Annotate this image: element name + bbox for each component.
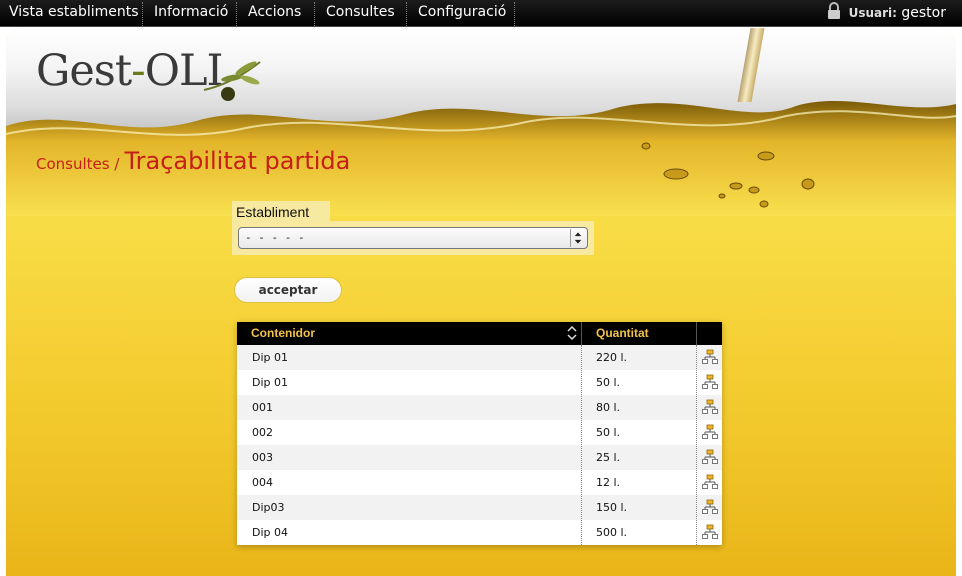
table-header: Contenidor Quantitat (237, 322, 722, 345)
table-row[interactable]: Dip 01 220 l. (237, 345, 722, 370)
sort-icon[interactable] (567, 325, 577, 341)
tree-icon[interactable] (702, 499, 718, 515)
user-info[interactable]: Usuari: gestor (827, 0, 946, 27)
table-row[interactable]: Dip 04 500 l. (237, 520, 722, 545)
tree-icon[interactable] (702, 449, 718, 465)
nav-separator (514, 2, 515, 26)
table-row[interactable]: 003 25 l. (237, 445, 722, 470)
column-divider (581, 322, 582, 345)
cell-quantity: 80 l. (596, 401, 621, 414)
table-row[interactable]: Dip 01 50 l. (237, 370, 722, 395)
nav-separator (236, 2, 237, 26)
tree-icon[interactable] (702, 424, 718, 440)
column-header-container[interactable]: Contenidor (251, 322, 315, 345)
cell-container: Dip 01 (252, 351, 289, 364)
nav-separator (142, 2, 143, 26)
cell-quantity: 50 l. (596, 376, 621, 389)
table-row[interactable]: 004 12 l. (237, 470, 722, 495)
establiment-select[interactable]: - - - - - (238, 227, 588, 249)
table-row[interactable]: Dip03 150 l. (237, 495, 722, 520)
cell-quantity: 50 l. (596, 426, 621, 439)
establiment-select-value: - - - - - (245, 231, 305, 244)
app-logo: Gest-OLI (36, 46, 223, 96)
cell-container: 001 (252, 401, 273, 414)
user-name: gestor (901, 5, 946, 21)
cell-quantity: 220 l. (596, 351, 628, 364)
tree-icon[interactable] (702, 474, 718, 490)
select-arrows-icon[interactable] (570, 229, 585, 247)
cell-container: 002 (252, 426, 273, 439)
cell-container: Dip03 (252, 501, 285, 514)
accept-button[interactable]: acceptar (234, 277, 342, 303)
column-divider (696, 345, 697, 545)
nav-separator (406, 2, 407, 26)
user-label: Usuari: (848, 6, 897, 20)
breadcrumb: Consultes / Traçabilitat partida (36, 147, 350, 175)
logo-text-part1: Gest (36, 46, 132, 96)
tree-icon[interactable] (702, 349, 718, 365)
cell-quantity: 25 l. (596, 451, 621, 464)
nav-separator (314, 2, 315, 26)
table-row[interactable]: 002 50 l. (237, 420, 722, 445)
nav-item-informacio[interactable]: Informació (154, 0, 228, 27)
nav-item-consultes[interactable]: Consultes (326, 0, 395, 27)
column-divider (581, 345, 582, 545)
table-row[interactable]: 001 80 l. (237, 395, 722, 420)
tree-icon[interactable] (702, 399, 718, 415)
logo-dash: - (131, 46, 145, 96)
top-nav-bar: Vista establiments Informació Accions Co… (0, 0, 962, 27)
page-title: Traçabilitat partida (124, 147, 351, 175)
nav-item-accions[interactable]: Accions (248, 0, 301, 27)
column-header-quantity[interactable]: Quantitat (596, 322, 649, 345)
nav-item-vista-establiments[interactable]: Vista establiments (9, 0, 139, 27)
column-divider (696, 322, 697, 345)
cell-quantity: 12 l. (596, 476, 621, 489)
establiment-label: Establiment (236, 204, 310, 220)
cell-quantity: 500 l. (596, 526, 628, 539)
lock-icon (828, 2, 841, 19)
cell-container: 003 (252, 451, 273, 464)
breadcrumb-parent[interactable]: Consultes / (36, 155, 119, 173)
cell-container: Dip 01 (252, 376, 289, 389)
cell-container: Dip 04 (252, 526, 289, 539)
nav-item-configuracio[interactable]: Configuració (418, 0, 506, 27)
tree-icon[interactable] (702, 374, 718, 390)
tree-icon[interactable] (702, 524, 718, 540)
traceability-table: Contenidor Quantitat Dip 01 220 l. Dip 0… (237, 322, 722, 545)
olive-branch-icon (203, 61, 261, 101)
cell-quantity: 150 l. (596, 501, 628, 514)
cell-container: 004 (252, 476, 273, 489)
